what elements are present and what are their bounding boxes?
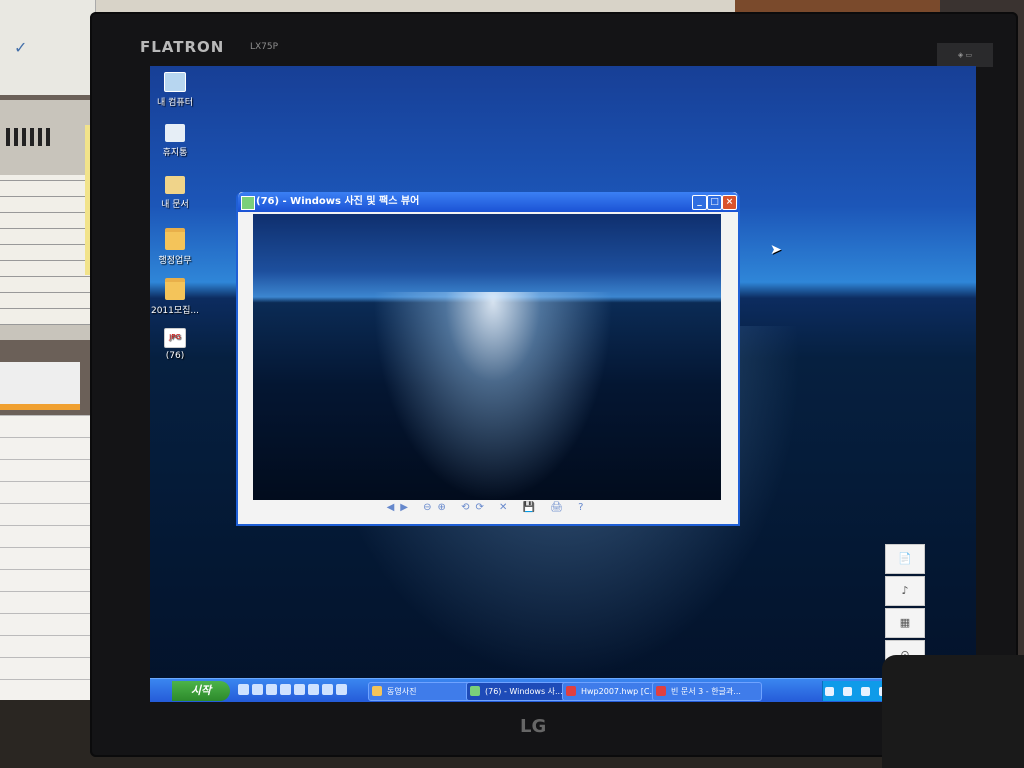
quicklaunch-app-icon[interactable]	[322, 684, 333, 695]
tape-roll	[0, 362, 80, 410]
desktop-icon-label: (76)	[165, 351, 185, 361]
minimize-button[interactable]: _	[692, 195, 707, 210]
sun-reflection	[373, 292, 613, 500]
desktop-icon-admin-folder[interactable]: 행정업무	[150, 228, 202, 266]
desktop-icon-label: 내 컴퓨터	[157, 98, 193, 108]
quicklaunch-ie-icon[interactable]	[252, 684, 263, 695]
hwp-app-icon	[566, 686, 576, 696]
mouse-pointer-icon: ➤	[770, 242, 782, 258]
taskbar-item-folder[interactable]: 동영사진	[368, 682, 480, 701]
viewer-toolbar[interactable]: ◀▶ ⊖⊕ ⟲⟳ ✕ 💾 🖨 ?	[238, 502, 738, 520]
taskbar-item-blank-doc[interactable]: 빈 문서 3 - 한글과...	[652, 682, 762, 701]
computer-icon	[164, 72, 186, 92]
speaker	[882, 655, 1024, 768]
taskbar-item-label: (76) - Windows 사...	[485, 687, 563, 696]
monitor-model: LX75P	[250, 42, 279, 52]
quicklaunch-media-icon[interactable]	[266, 684, 277, 695]
taskbar-item-label: 빈 문서 3 - 한글과...	[671, 687, 741, 696]
barcode-icon: ▦	[885, 608, 925, 638]
folder-icon	[165, 278, 185, 300]
desktop-screen[interactable]: 내 컴퓨터 휴지통 내 문서 행정업무 2011모집... JPG (76) ➤…	[150, 66, 976, 702]
vent	[6, 128, 50, 146]
desktop-icon-my-computer[interactable]: 내 컴퓨터	[150, 72, 202, 108]
photo-viewer-app-icon	[241, 196, 255, 210]
quicklaunch-app-icon[interactable]	[308, 684, 319, 695]
desktop-icon-label: 내 문서	[161, 200, 189, 210]
desktop-icon-2011-folder[interactable]: 2011모집...	[150, 278, 202, 316]
maximize-button[interactable]: □	[707, 195, 722, 210]
quicklaunch-app-icon[interactable]	[294, 684, 305, 695]
taskbar: 시작 동영사진 (76) - Windows 사... Hwp2007.hwp …	[150, 678, 976, 702]
jpg-file-icon: JPG	[164, 328, 186, 348]
photo-viewer-app-icon	[470, 686, 480, 696]
desktop-icon-label: 휴지통	[162, 148, 188, 158]
documents-folder-icon	[165, 176, 185, 194]
taskbar-item-label: 동영사진	[387, 687, 417, 696]
taskbar-item-label: Hwp2007.hwp [C...	[581, 687, 658, 696]
close-button[interactable]: ×	[722, 195, 737, 210]
folder-icon	[165, 228, 185, 250]
energy-badge: ◈ ▭	[937, 43, 993, 67]
taskbar-item-photo-viewer[interactable]: (76) - Windows 사...	[466, 682, 576, 701]
desktop-icon-jpg-file[interactable]: JPG (76)	[150, 328, 202, 361]
lg-logo: LG	[520, 716, 547, 737]
quicklaunch-explorer-icon[interactable]	[280, 684, 291, 695]
checkmark-icon: ✓	[14, 38, 28, 57]
wall-form	[0, 175, 98, 325]
photo-display	[253, 214, 721, 500]
desktop-icon-label: 2011모집...	[150, 306, 200, 316]
music-note-icon: ♪	[885, 576, 925, 606]
recycle-bin-icon	[165, 124, 185, 142]
photo-viewer-window[interactable]: (76) - Windows 사진 및 팩스 뷰어 _ □ × ◀▶ ⊖⊕ ⟲⟳…	[236, 192, 740, 526]
wall-paper: ✓	[0, 0, 96, 95]
desktop-icon-label: 행정업무	[158, 256, 192, 266]
monitor-brand: FLATRON	[140, 38, 225, 56]
desktop-icon-my-documents[interactable]: 내 문서	[150, 176, 202, 210]
start-button[interactable]: 시작	[172, 681, 230, 701]
quicklaunch-app-icon[interactable]	[336, 684, 347, 695]
quicklaunch-desktop-icon[interactable]	[238, 684, 249, 695]
sticker-stack: 📄 ♪ ▦ ⊙	[885, 544, 925, 670]
window-title: (76) - Windows 사진 및 팩스 뷰어	[256, 196, 420, 207]
taskbar-item-hwp-2007[interactable]: Hwp2007.hwp [C...	[562, 682, 666, 701]
ime-icon[interactable]	[825, 687, 834, 696]
desktop-icon-recycle-bin[interactable]: 휴지통	[150, 124, 202, 158]
folder-icon	[372, 686, 382, 696]
window-titlebar[interactable]: (76) - Windows 사진 및 팩스 뷰어 _ □ ×	[238, 192, 738, 212]
volume-icon[interactable]	[861, 687, 871, 696]
network-icon[interactable]	[843, 687, 853, 696]
hwp-app-icon	[656, 686, 666, 696]
document-icon: 📄	[885, 544, 925, 574]
